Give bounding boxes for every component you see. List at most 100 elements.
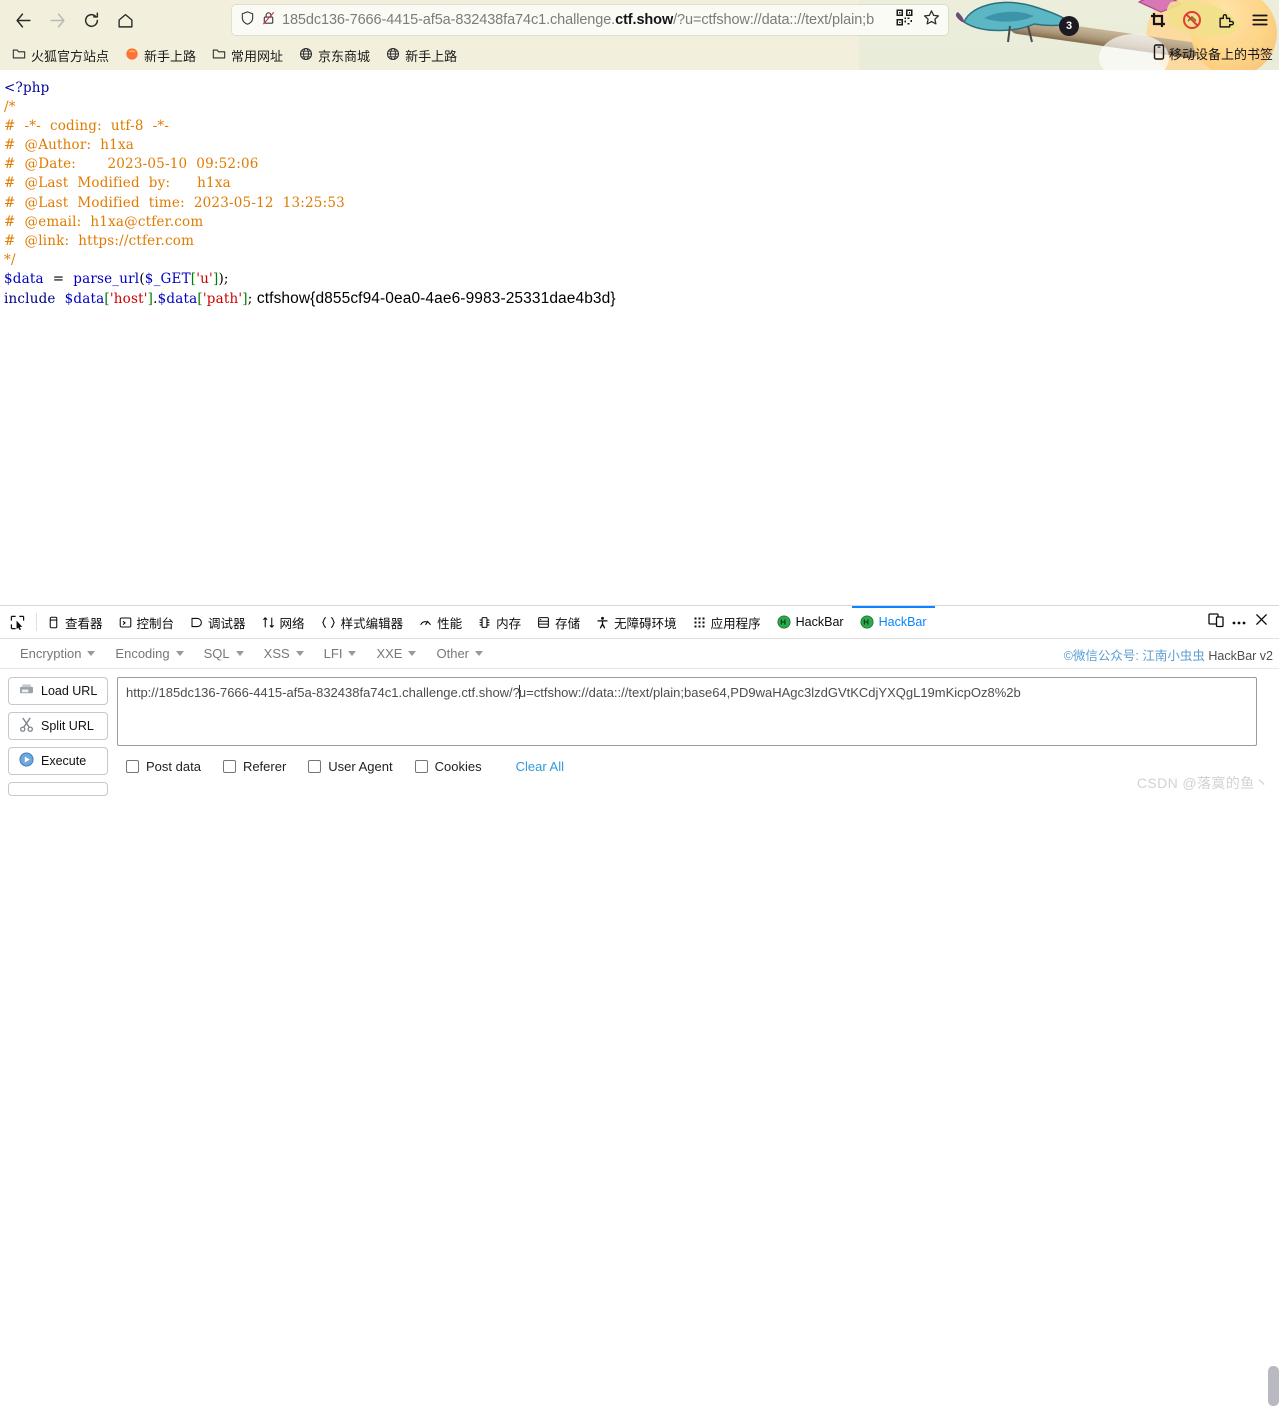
hackbar-menu-label: XXE [376,646,403,661]
clear-all-link[interactable]: Clear All [516,759,564,774]
checkbox-box[interactable] [222,760,236,773]
devtools-tab-9[interactable]: 无障碍环境 [588,606,685,638]
shield-icon[interactable] [240,10,255,31]
devtools-tab-7[interactable]: 内存 [470,606,529,638]
code-line: # @link: https://ctfer.com [4,232,1279,251]
hackbar-body: Load URL Split URL Execute http://185dc1… [0,669,1279,796]
storage-icon [537,616,550,629]
url-value-after-caret: u=ctfshow://data:://text/plain;base64,PD… [518,685,1021,700]
devtools-tab-label: 样式编辑器 [340,616,404,631]
code-token: parse_url [73,270,140,287]
devtools-tab-6[interactable]: 性能 [411,606,470,638]
load-url-button[interactable]: Load URL [8,677,108,705]
forward-arrow-icon[interactable] [40,3,74,37]
blocked-icon[interactable] [1177,5,1207,35]
devtools-tabbar: 查看器 控制台 调试器 网络 样式编辑器 性能 内存 存储 无障碍环境 应用程序 HackBar Ha… [0,606,1279,639]
code-token: $_GET [144,270,191,287]
devtools-tab-label: 内存 [496,616,522,631]
hackbar-checkbox-user-agent[interactable]: User Agent [308,759,393,774]
more-options-icon[interactable] [1231,613,1247,631]
hackbar-menu-encryption[interactable]: Encryption [10,642,105,665]
split-url-button[interactable]: Split URL [8,712,108,740]
hackbar-menu-lfi[interactable]: LFI [314,642,367,665]
mobile-bookmarks-item[interactable]: 移动设备上的书签 [1153,44,1273,63]
star-icon[interactable] [923,9,940,31]
devtools-tab-label: 无障碍环境 [614,616,677,631]
url-prefix: 185dc136-7666-4415-af5a-832438fa74c1.cha… [282,12,616,28]
console-icon [119,616,132,629]
code-line: # -*- coding: utf-8 -*- [4,117,1279,136]
bookmark-item[interactable]: 火狐官方站点 [6,44,115,67]
back-arrow-icon[interactable] [6,3,40,37]
checkbox-label: Post data [146,759,201,774]
home-icon[interactable] [108,3,142,37]
bookmark-item[interactable]: 新手上路 [380,44,463,67]
hackbar-checkbox-post-data[interactable]: Post data [126,759,201,774]
code-token: 'u' [196,270,213,287]
code-line: # @Author: h1xa [4,136,1279,155]
checkbox-box[interactable] [126,760,139,773]
lock-crossed-icon[interactable] [261,10,276,31]
close-icon[interactable] [1254,612,1269,632]
code-token: 'path' [202,291,243,308]
devtools-tab-1[interactable]: 查看器 [39,606,111,638]
hackbar-menu-label: Encryption [20,646,82,661]
hackbar-url-input[interactable]: http://185dc136-7666-4415-af5a-832438fa7… [117,677,1257,746]
reload-icon[interactable] [74,3,108,37]
devtools-tab-5[interactable]: 样式编辑器 [313,606,412,638]
checkbox-box[interactable] [308,760,322,773]
qr-code-icon[interactable] [896,9,913,31]
code-token: /* [4,99,16,116]
devtools-tab-label: 性能 [437,616,463,631]
element-picker-icon[interactable] [0,606,34,638]
code-line: $data = parse_url($_GET['u']); [4,270,1279,289]
bookmark-item[interactable]: 京东商城 [293,44,376,67]
hamburger-menu-icon[interactable] [1245,5,1275,35]
bookmark-item[interactable]: 新手上路 [119,44,202,67]
url-text[interactable]: 185dc136-7666-4415-af5a-832438fa74c1.cha… [282,5,896,35]
bookmark-item[interactable]: 常用网址 [206,44,289,67]
chevron-down-icon [295,651,304,656]
hackbar-menu-xss[interactable]: XSS [254,642,314,665]
hackbar-checkbox-cookies[interactable]: Cookies [414,759,482,774]
hackbar-menu-xxe[interactable]: XXE [366,642,426,665]
devtools-tab-10[interactable]: 应用程序 [685,606,769,638]
checkbox-label: Cookies [434,759,482,774]
code-token: include [4,291,56,308]
execute-button[interactable]: Execute [8,747,108,775]
tab-badge-count: 3 [1059,16,1079,36]
extra-button-partial[interactable] [8,782,108,796]
hackbar-menu-sql[interactable]: SQL [194,642,254,665]
crop-icon[interactable] [1143,5,1173,35]
responsive-design-mode-icon[interactable] [1208,612,1224,633]
url-bar[interactable]: 185dc136-7666-4415-af5a-832438fa74c1.cha… [232,5,948,35]
code-token: # -*- coding: utf-8 -*- [4,118,170,135]
hackbar-checkbox-referer[interactable]: Referer [222,759,286,774]
scrollbar-thumb[interactable] [1268,1366,1279,1406]
devtools-tab-8[interactable]: 存储 [529,606,588,638]
hackbar-icon [777,615,791,629]
code-token: # @Date: 2023-05-10 09:52:06 [4,156,259,173]
devtools-tab-3[interactable]: 调试器 [182,606,254,638]
checkbox-box[interactable] [414,760,428,773]
devtools-tab-2[interactable]: 控制台 [111,606,183,638]
code-line: # @Date: 2023-05-10 09:52:06 [4,155,1279,174]
chevron-down-icon [175,651,184,656]
network-icon [262,616,275,629]
split-url-icon [19,717,34,735]
hackbar-menu-encoding[interactable]: Encoding [105,642,193,665]
devtools-tab-label: 调试器 [208,616,246,631]
execute-label: Execute [41,754,87,768]
devtools-tab-4[interactable]: 网络 [254,606,313,638]
devtools-tab-label: HackBar [795,615,844,629]
hackbar-menu-label: XSS [263,646,290,661]
hackbar-menu-other[interactable]: Other [426,642,493,665]
code-line: /* [4,98,1279,117]
devtools-right-controls [1208,606,1279,638]
extension-icon[interactable] [1211,5,1241,35]
hackbar-options-row: Post data Referer User Agent Cookies Clear … [117,759,1271,774]
devtools-tab-11[interactable]: HackBar [769,606,852,638]
devtools-tab-12[interactable]: HackBar [851,606,935,638]
code-line: # @Last Modified by: h1xa [4,174,1279,193]
